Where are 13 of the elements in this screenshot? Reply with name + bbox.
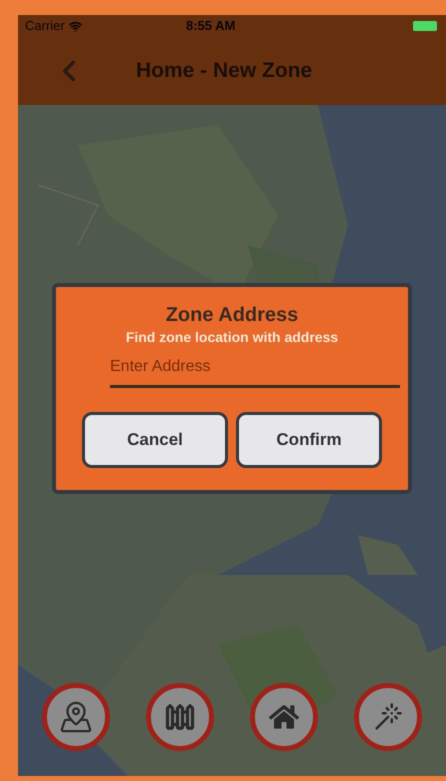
dialog-title: Zone Address (166, 303, 298, 327)
dialog-button[interactable]: Cancel (82, 412, 228, 468)
wifi-icon (68, 20, 82, 32)
fence-icon (165, 702, 195, 732)
dialog-subtitle: Find zone location with address (126, 328, 338, 347)
magic-wand-icon (373, 702, 403, 732)
nav-title: Home - New Zone (136, 58, 312, 84)
status-time: 8:55 AM (186, 17, 236, 36)
address-field[interactable]: Enter Address (110, 353, 400, 388)
carrier-label: Carrier (25, 17, 65, 36)
battery-icon (413, 21, 437, 31)
map-pin-icon (59, 700, 93, 734)
dialog-button[interactable]: Confirm (236, 412, 382, 468)
